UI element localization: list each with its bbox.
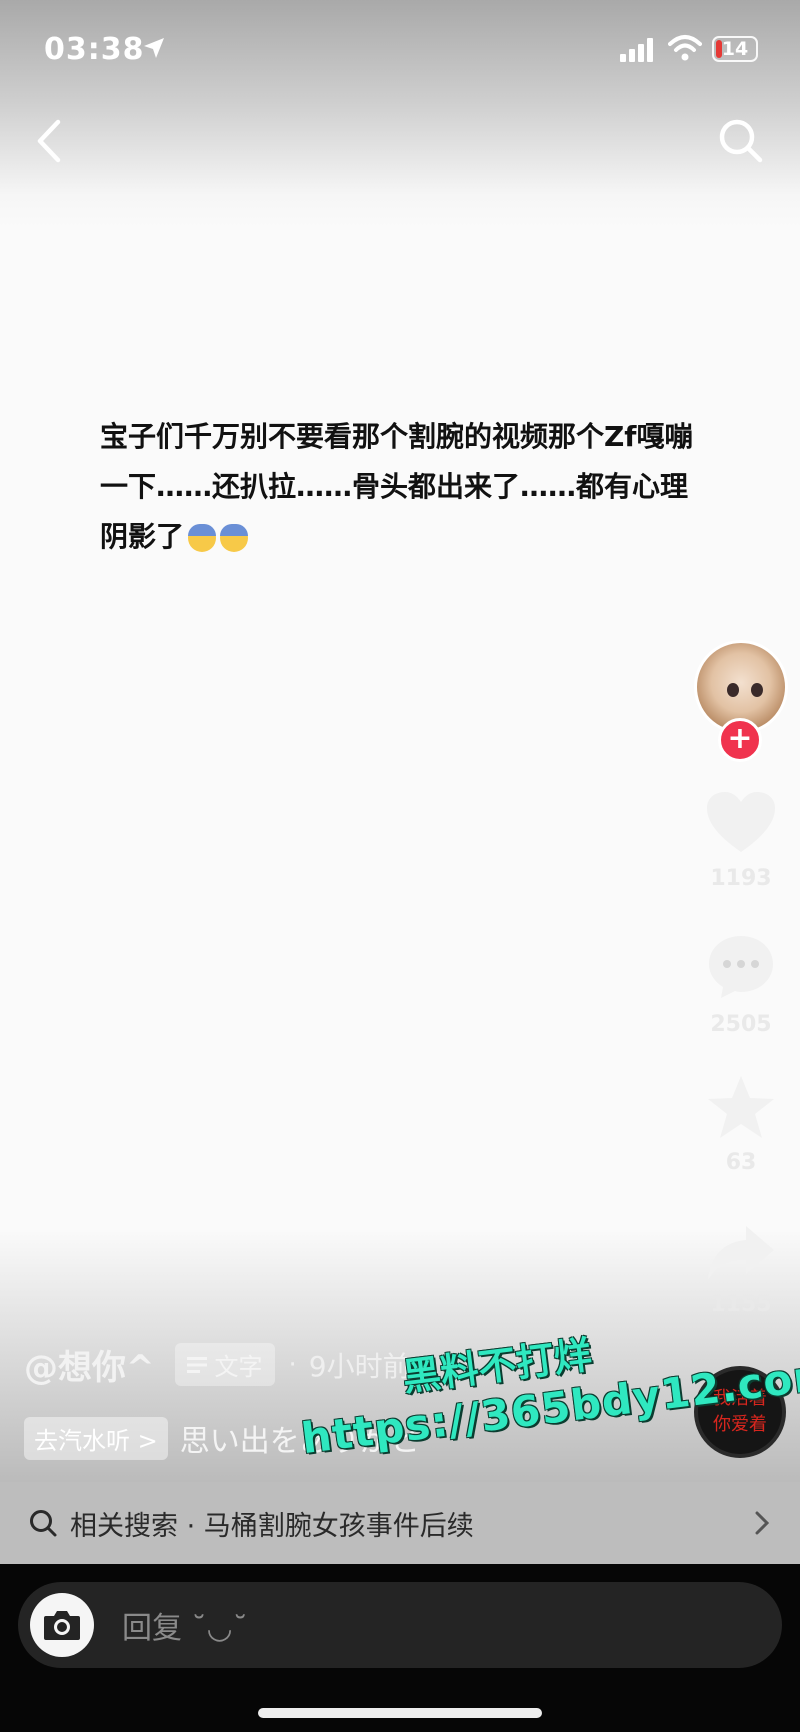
share-button[interactable]: 1155 [696, 1224, 786, 1317]
search-icon[interactable] [716, 116, 766, 166]
like-button[interactable]: 1193 [696, 790, 786, 891]
cellular-signal-icon [620, 38, 653, 62]
fearful-face-emoji-icon [188, 524, 217, 552]
comment-button[interactable]: 2505 [696, 932, 786, 1037]
post-text-block: 宝子们千万别不要看那个割腕的视频那个Zf嘎嘣一下……还扒拉……骨头都出来了……都… [100, 412, 710, 562]
reply-input[interactable]: 回复 ˘◡˘ [18, 1582, 782, 1668]
reply-placeholder: 回复 ˘◡˘ [122, 1611, 248, 1646]
comment-bubble-icon [709, 936, 773, 998]
back-arrow-icon[interactable] [30, 116, 70, 166]
camera-icon [44, 1611, 80, 1640]
text-type-tag: 文字 [174, 1343, 275, 1386]
battery-level: 14 [721, 38, 749, 60]
follow-plus-button[interactable]: + [718, 718, 762, 762]
text-tag-label: 文字 [214, 1353, 263, 1381]
scream-face-emoji-icon [220, 524, 249, 552]
heart-icon [707, 792, 775, 852]
author-handle[interactable]: @想你^ [24, 1340, 155, 1389]
battery-indicator: 14 [712, 36, 758, 62]
share-arrow-icon [708, 1226, 774, 1280]
related-search-text: 相关搜索 · 马桶割腕女孩事件后续 [70, 1510, 474, 1542]
star-icon [708, 1076, 774, 1138]
related-search-bar[interactable]: 相关搜索 · 马桶割腕女孩事件后续 [0, 1482, 800, 1564]
emoji-group [188, 524, 249, 552]
status-bar: 03:38 14 [0, 0, 800, 100]
location-arrow-icon [144, 38, 164, 58]
favorite-button[interactable]: 63 [696, 1074, 786, 1175]
camera-button[interactable] [30, 1593, 94, 1657]
chevron-right-icon [755, 1511, 770, 1535]
qishui-listen-button[interactable]: 去汽水听 > [24, 1416, 168, 1460]
like-count: 1193 [710, 866, 772, 891]
favorite-count: 63 [725, 1150, 757, 1175]
reply-area: 回复 ˘◡˘ [0, 1564, 800, 1732]
home-indicator [258, 1708, 542, 1718]
search-icon [30, 1510, 57, 1537]
comment-count: 2505 [710, 1012, 772, 1037]
text-lines-icon [186, 1356, 207, 1373]
status-time: 03:38 [44, 32, 145, 67]
wifi-icon [668, 35, 702, 61]
